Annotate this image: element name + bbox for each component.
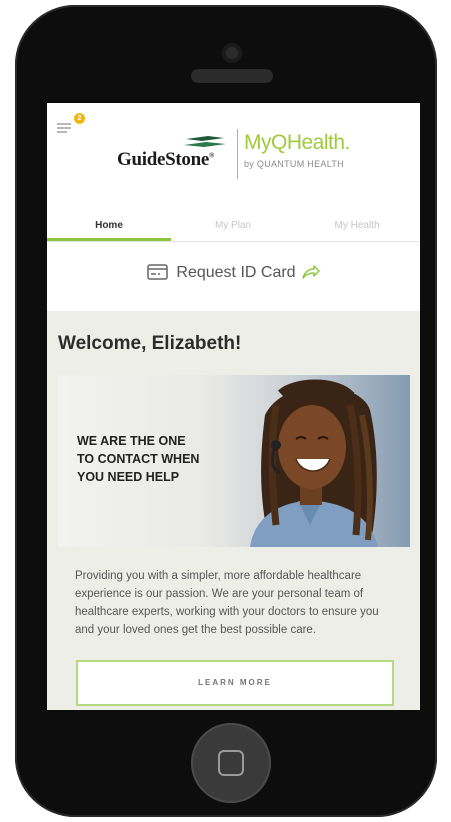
id-card-icon: [147, 264, 169, 280]
promo-banner: WE ARE THE ONE TO CONTACT WHEN YOU NEED …: [58, 375, 410, 547]
active-tab-indicator: [47, 238, 171, 241]
guidestone-mark-icon: [184, 136, 226, 147]
tab-home[interactable]: Home: [47, 220, 171, 231]
support-agent-photo: [210, 375, 410, 547]
request-id-card-link[interactable]: Request ID Card: [47, 264, 420, 282]
logo-divider: [237, 129, 238, 179]
hamburger-menu-icon[interactable]: [57, 119, 75, 135]
welcome-section: Welcome, Elizabeth! WE ARE THE ONE TO CO…: [47, 311, 420, 710]
speaker: [191, 69, 273, 83]
tab-bar: Home My Plan My Health: [47, 216, 420, 242]
welcome-heading: Welcome, Elizabeth!: [58, 333, 242, 354]
quantum-tagline: by QUANTUM HEALTH: [244, 159, 344, 169]
tab-my-plan[interactable]: My Plan: [171, 220, 295, 231]
share-arrow-icon: [301, 265, 320, 279]
promo-headline: WE ARE THE ONE TO CONTACT WHEN YOU NEED …: [77, 434, 200, 484]
camera: [222, 43, 242, 63]
learn-more-button[interactable]: LEARN MORE: [76, 660, 394, 706]
guidestone-logo: GuideStone®: [117, 149, 214, 170]
request-id-card-label: Request ID Card: [176, 264, 296, 281]
notification-badge: 2: [74, 113, 85, 124]
header-logos: GuideStone® MyQHealth. by QUANTUM HEALTH: [117, 125, 407, 185]
myqhealth-logo: MyQHealth.: [244, 131, 350, 154]
promo-description: Providing you with a simpler, more affor…: [75, 570, 379, 636]
home-button[interactable]: [191, 723, 271, 803]
tab-my-health[interactable]: My Health: [295, 220, 419, 231]
home-square-icon: [218, 750, 244, 776]
app-screen: 2 GuideStone® MyQHealth. by QUANTUM HEAL…: [47, 103, 420, 710]
